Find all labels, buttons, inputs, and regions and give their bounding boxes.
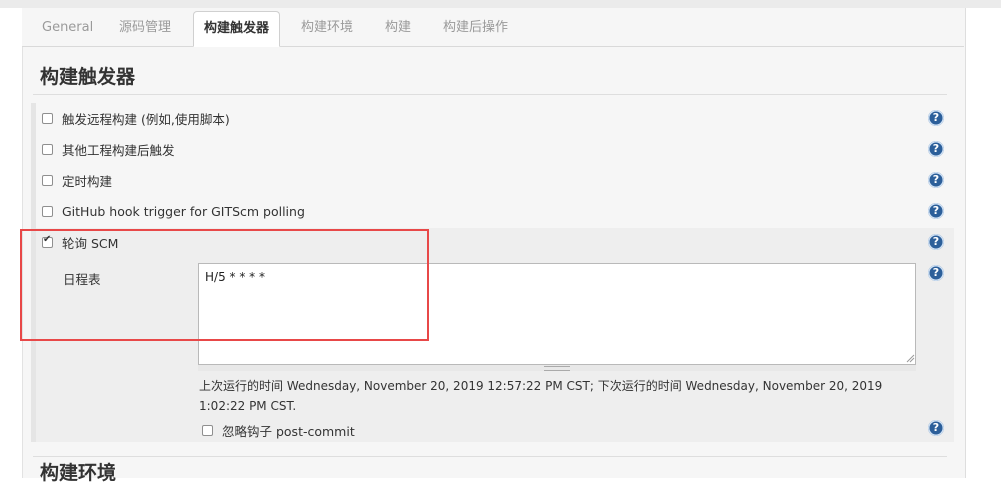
- ignore-post-commit-checkbox[interactable]: [202, 424, 213, 436]
- highlight-annotation-box: [20, 229, 429, 341]
- help-icon[interactable]: ?: [928, 172, 944, 188]
- tab-build[interactable]: 构建: [385, 11, 411, 44]
- github-hook-label: GitHub hook trigger for GITScm polling: [62, 203, 305, 219]
- help-icon[interactable]: ?: [928, 110, 944, 126]
- tab-general[interactable]: General: [42, 11, 93, 44]
- after-other-projects-label: 其他工程构建后触发: [62, 142, 175, 158]
- remote-trigger-label: 触发远程构建 (例如,使用脚本): [62, 111, 230, 127]
- option-remote-trigger[interactable]: 触发远程构建 (例如,使用脚本): [42, 109, 230, 127]
- schedule-run-info: 上次运行的时间 Wednesday, November 20, 2019 12:…: [199, 379, 883, 413]
- ignore-post-commit-label: 忽略钩子 post-commit: [222, 423, 355, 439]
- tab-source-management[interactable]: 源码管理: [119, 11, 171, 44]
- tab-build-environment[interactable]: 构建环境: [301, 11, 353, 44]
- option-after-other-projects[interactable]: 其他工程构建后触发: [42, 140, 175, 158]
- help-icon[interactable]: ?: [928, 265, 944, 281]
- after-other-projects-checkbox[interactable]: [42, 143, 53, 155]
- help-icon[interactable]: ?: [928, 203, 944, 219]
- resize-grip-icon[interactable]: [905, 353, 915, 363]
- section-divider: [33, 456, 947, 457]
- tab-post-build-actions[interactable]: 构建后操作: [443, 11, 508, 44]
- section-divider: [33, 94, 947, 95]
- help-icon[interactable]: ?: [928, 234, 944, 250]
- option-github-hook[interactable]: GitHub hook trigger for GITScm polling: [42, 202, 305, 220]
- tab-build-triggers[interactable]: 构建触发器: [193, 11, 281, 47]
- top-strip: [0, 0, 1001, 8]
- tab-bar: General 源码管理 构建触发器 构建环境 构建 构建后操作: [22, 8, 964, 47]
- periodic-build-checkbox[interactable]: [42, 174, 53, 186]
- section-title: 构建触发器: [40, 66, 136, 88]
- option-periodic-build[interactable]: 定时构建: [42, 171, 112, 189]
- option-ignore-post-commit[interactable]: 忽略钩子 post-commit: [202, 421, 355, 439]
- help-icon[interactable]: ?: [928, 141, 944, 157]
- periodic-build-label: 定时构建: [62, 173, 113, 189]
- help-icon[interactable]: ?: [928, 420, 944, 436]
- github-hook-checkbox[interactable]: [42, 205, 53, 217]
- textarea-drag-bar[interactable]: [198, 365, 916, 371]
- remote-trigger-checkbox[interactable]: [42, 112, 53, 124]
